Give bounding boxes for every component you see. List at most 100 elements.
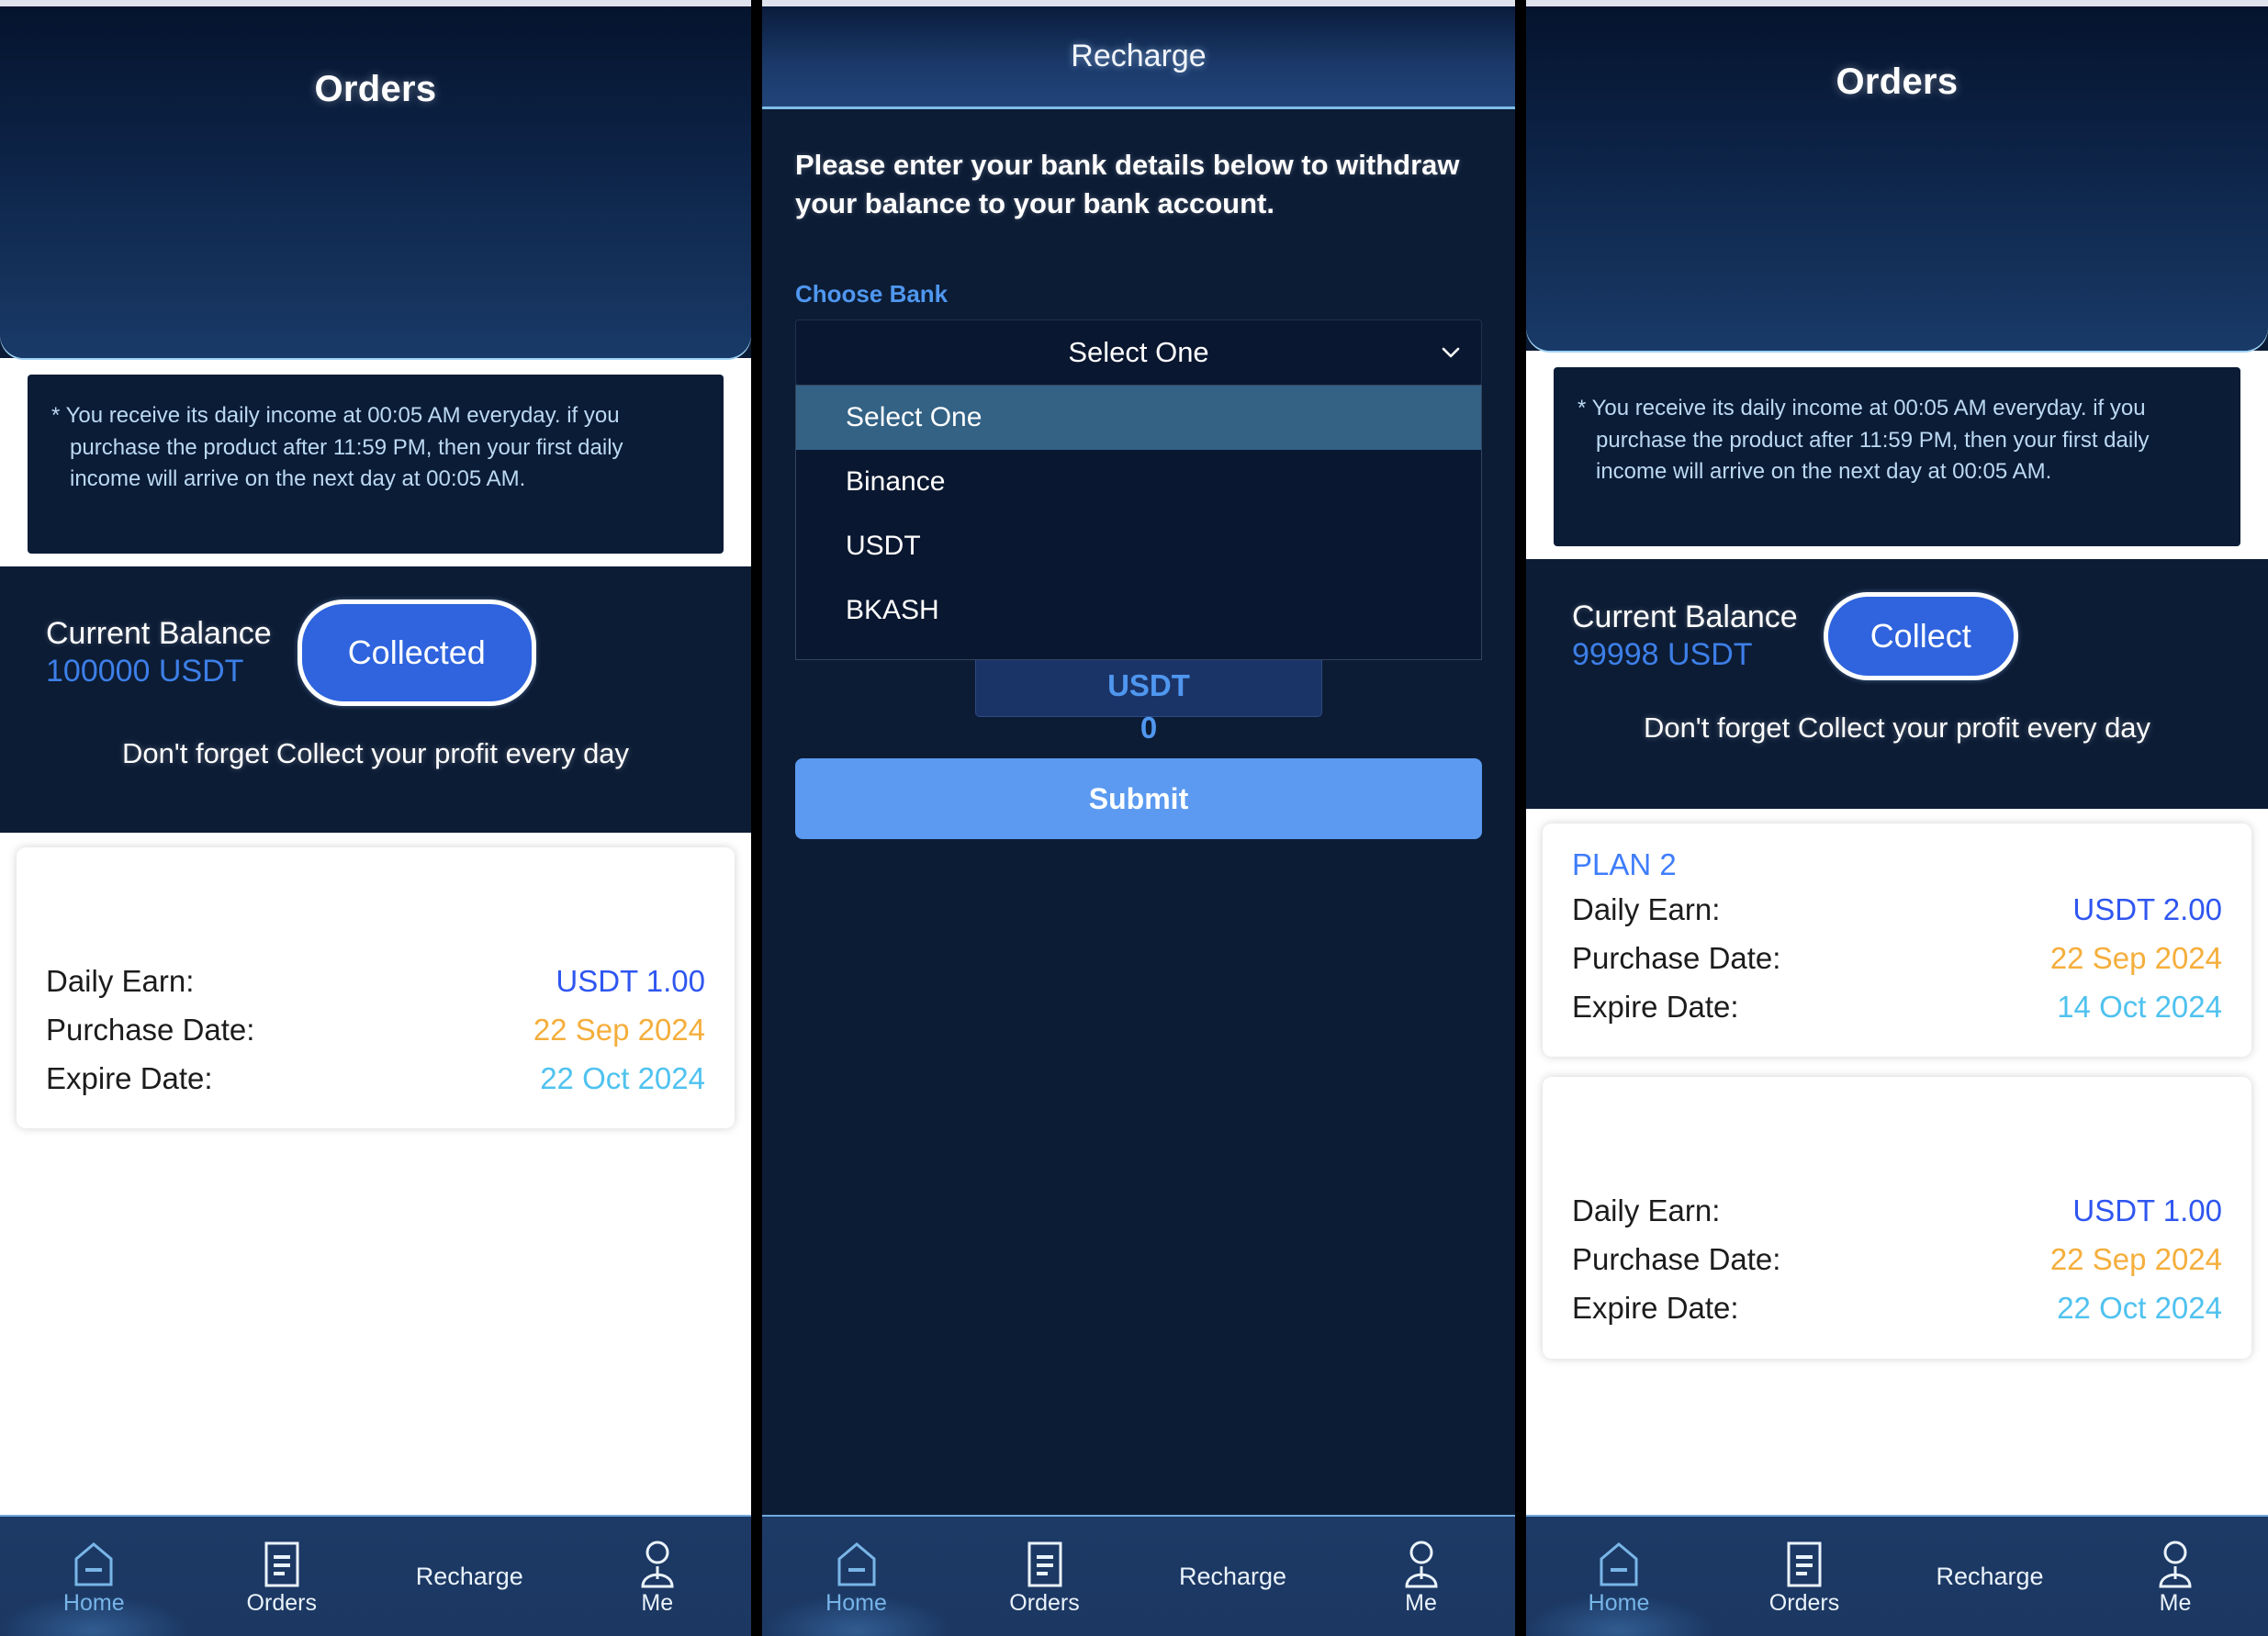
order-value: USDT 1.00 — [556, 964, 705, 998]
nav-label: Orders — [246, 1589, 317, 1616]
panel-divider-1 — [751, 0, 762, 1636]
orders-screen-left: Orders * You receive its daily income at… — [0, 0, 751, 1636]
order-key: Purchase Date: — [46, 1012, 255, 1047]
order-value: USDT 1.00 — [2072, 1193, 2222, 1228]
submit-button[interactable]: Submit — [795, 758, 1482, 839]
collect-button[interactable]: Collected — [297, 599, 536, 706]
order-value: 14 Oct 2024 — [2057, 989, 2222, 1024]
recharge-screen-middle: Recharge Please enter your bank details … — [762, 0, 1515, 1636]
balance-label: Current Balance — [46, 615, 272, 651]
dropdown-bottom-padding — [796, 643, 1481, 659]
nav-item-me[interactable]: Me — [564, 1517, 752, 1636]
order-row-expire-date: Expire Date: 22 Oct 2024 — [46, 1055, 705, 1104]
nav-item-home[interactable]: Home — [1526, 1517, 1712, 1636]
order-row-daily-earn: Daily Earn: USDT 1.00 — [46, 958, 705, 1006]
balance-row: Current Balance 99998 USDT Collect — [1526, 559, 2268, 680]
page-title: Recharge — [1071, 39, 1207, 73]
order-card[interactable]: PLAN 2 Daily Earn: USDT 2.00 Purchase Da… — [1543, 824, 2251, 1058]
dropdown-option-binance[interactable]: Binance — [796, 450, 1481, 514]
notice-text: * You receive its daily income at 00:05 … — [51, 403, 623, 492]
orders-document-icon — [1026, 1537, 1064, 1588]
status-strip — [0, 0, 751, 6]
order-key: Daily Earn: — [1572, 892, 1721, 926]
order-card[interactable]: Daily Earn: USDT 1.00 Purchase Date: 22 … — [1543, 1077, 2251, 1359]
nav-item-orders[interactable]: Orders — [188, 1517, 376, 1636]
nav-item-orders[interactable]: Orders — [950, 1517, 1139, 1636]
nav-item-recharge[interactable]: Recharge — [1139, 1517, 1327, 1636]
status-strip — [762, 0, 1515, 6]
nav-item-recharge[interactable]: Recharge — [1897, 1517, 2083, 1636]
order-row-expire-date: Expire Date: 14 Oct 2024 — [1572, 983, 2222, 1032]
home-icon — [73, 1537, 115, 1588]
bank-select[interactable]: Select One — [795, 319, 1482, 386]
nav-label: Orders — [1009, 1589, 1080, 1616]
balance-label: Current Balance — [1572, 599, 1798, 634]
daily-income-notice: * You receive its daily income at 00:05 … — [1554, 367, 2240, 546]
orders-document-icon — [1785, 1537, 1824, 1588]
recharge-header: Recharge — [762, 6, 1515, 109]
nav-item-me[interactable]: Me — [1327, 1517, 1515, 1636]
collect-tagline: Don't forget Collect your profit every d… — [121, 737, 630, 769]
nav-label: Home — [825, 1589, 887, 1616]
nav-label: Home — [1588, 1589, 1650, 1616]
person-icon — [2154, 1537, 2196, 1588]
notice-container-right: * You receive its daily income at 00:05 … — [1526, 351, 2268, 559]
bottom-nav-left: Home Orders Recharge Me — [0, 1515, 751, 1636]
balance-section-left: Current Balance 100000 USDT Collected Do… — [0, 566, 751, 833]
dropdown-option-select-one[interactable]: Select One — [796, 386, 1481, 450]
order-key: Expire Date: — [46, 1060, 213, 1095]
nav-item-me[interactable]: Me — [2083, 1517, 2268, 1636]
order-value: 22 Sep 2024 — [2049, 1242, 2222, 1277]
dropdown-option-label: BKASH — [846, 595, 939, 625]
dropdown-option-bkash[interactable]: BKASH — [796, 578, 1481, 643]
bank-dropdown-list[interactable]: Select One Binance USDT BKASH — [795, 385, 1482, 660]
order-row-purchase-date: Purchase Date: 22 Sep 2024 — [1572, 1236, 2222, 1284]
notice-text: * You receive its daily income at 00:05 … — [1577, 396, 2150, 485]
order-key: Expire Date: — [1572, 1290, 1739, 1325]
status-strip — [1526, 0, 2268, 6]
nav-label: Home — [62, 1589, 125, 1616]
dropdown-option-label: Binance — [846, 466, 946, 497]
recharge-instruction-text: Please enter your bank details below to … — [795, 149, 1460, 219]
order-value: USDT 2.00 — [2072, 892, 2222, 926]
nav-label: Me — [2159, 1589, 2192, 1616]
balance-section-right: Current Balance 99998 USDT Collect Don't… — [1526, 559, 2268, 809]
dropdown-option-label: Select One — [846, 402, 982, 432]
orders-document-icon — [263, 1537, 301, 1588]
nav-item-recharge[interactable]: Recharge — [376, 1517, 564, 1636]
balance-text-group: Current Balance 99998 USDT — [1572, 599, 1798, 675]
amount-line-4: USDT — [1107, 667, 1190, 702]
nav-item-home[interactable]: Home — [0, 1517, 188, 1636]
dropdown-option-label: USDT — [846, 531, 921, 561]
page-title: Orders — [1836, 62, 1959, 102]
choose-bank-label: Choose Bank — [795, 279, 949, 308]
bottom-nav-middle: Home Orders Recharge Me — [762, 1515, 1515, 1636]
home-icon — [1598, 1537, 1640, 1588]
order-value: 22 Sep 2024 — [533, 1012, 705, 1047]
order-value: 22 Oct 2024 — [540, 1060, 705, 1095]
person-icon — [1400, 1537, 1443, 1588]
nav-item-home[interactable]: Home — [762, 1517, 950, 1636]
nav-label: Recharge — [1178, 1562, 1287, 1590]
orders-list-right: PLAN 2 Daily Earn: USDT 2.00 Purchase Da… — [1526, 809, 2268, 1515]
order-row-daily-earn: Daily Earn: USDT 2.00 — [1572, 886, 2222, 935]
order-row-daily-earn: Daily Earn: USDT 1.00 — [1572, 1187, 2222, 1236]
collect-tagline: Don't forget Collect your profit every d… — [1643, 712, 2151, 744]
nav-label: Recharge — [1936, 1562, 2044, 1590]
order-card[interactable]: Daily Earn: USDT 1.00 Purchase Date: 22 … — [17, 847, 735, 1129]
nav-label: Recharge — [415, 1562, 523, 1590]
plan-title: PLAN 2 — [1572, 847, 1677, 881]
amount-line-5: 0 — [1140, 710, 1158, 745]
collect-button[interactable]: Collect — [1823, 592, 2018, 680]
dropdown-option-usdt[interactable]: USDT — [796, 514, 1481, 578]
notice-container-left: * You receive its daily income at 00:05 … — [0, 358, 751, 566]
bank-select-value: Select One — [1068, 335, 1209, 368]
nav-item-orders[interactable]: Orders — [1712, 1517, 1897, 1636]
nav-label: Me — [1405, 1589, 1437, 1616]
bottom-nav-right: Home Orders Recharge Me — [1526, 1515, 2268, 1636]
person-icon — [636, 1537, 679, 1588]
orders-header-right: Orders — [1526, 6, 2268, 351]
three-panel-screenshot: Orders * You receive its daily income at… — [0, 0, 2268, 1636]
nav-label: Orders — [1768, 1589, 1840, 1616]
daily-income-notice: * You receive its daily income at 00:05 … — [28, 375, 724, 554]
